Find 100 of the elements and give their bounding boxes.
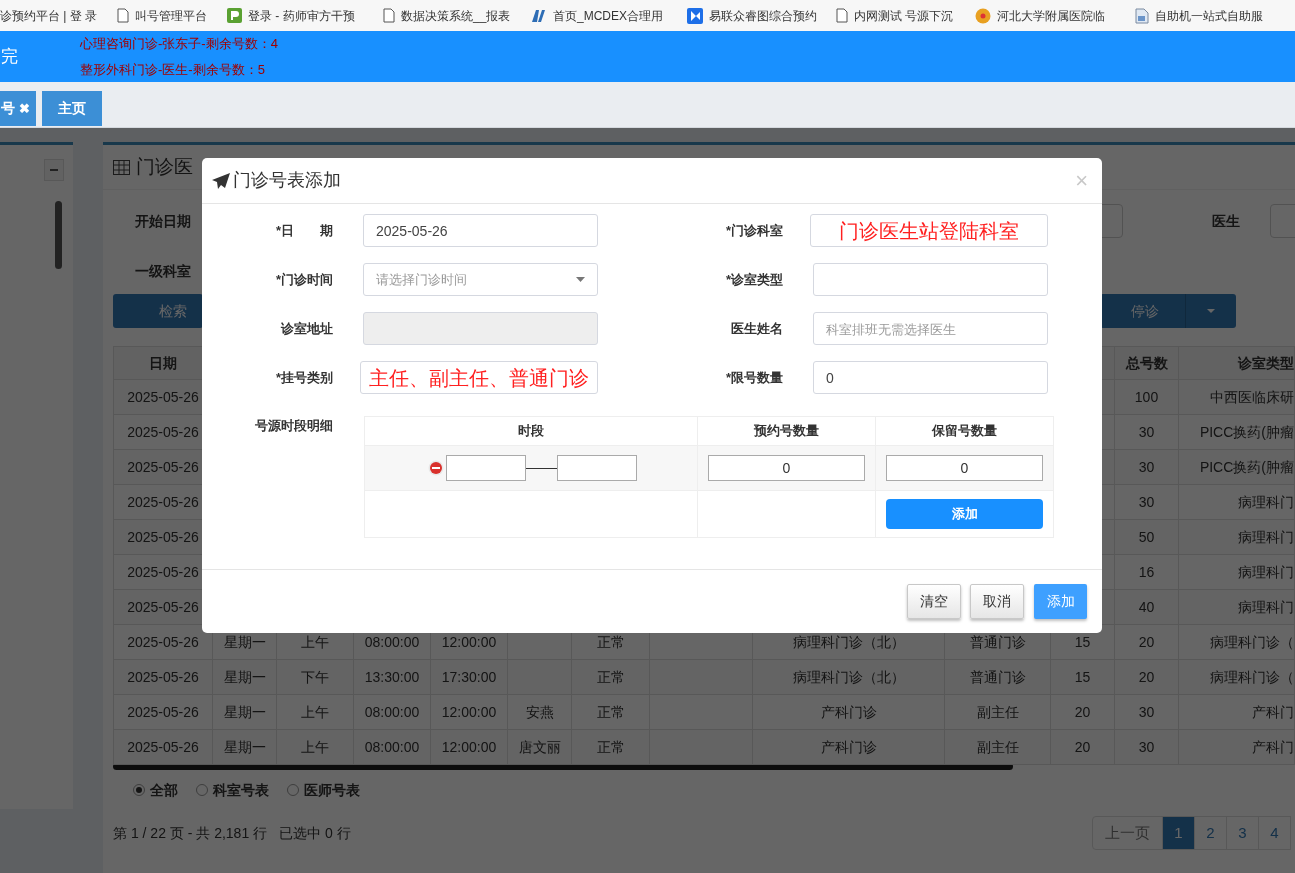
number-field[interactable]: 0 xyxy=(708,455,865,481)
bookmark-link[interactable]: 叫号管理平台 xyxy=(135,6,207,25)
radio-option[interactable]: 全部 xyxy=(133,779,178,801)
bookmark-link[interactable]: 河北大学附属医院临 xyxy=(997,6,1105,25)
filter-label: 医生 xyxy=(1212,211,1240,231)
table-cell: 星期一 xyxy=(223,738,266,755)
field-label: *门诊时间 xyxy=(274,270,333,289)
table-cell: 20 xyxy=(1138,668,1155,685)
horizontal-scrollbar[interactable] xyxy=(113,763,1013,770)
table-cell: 普通门诊 xyxy=(969,668,1026,685)
input-field[interactable]: 科室排班无需选择医生 xyxy=(813,312,1048,345)
input-field[interactable]: 0 xyxy=(813,361,1048,394)
collapse-button[interactable] xyxy=(44,159,64,181)
time-field[interactable] xyxy=(446,455,526,481)
bookmark-link[interactable]: 首页_MCDEX合理用 xyxy=(553,6,663,25)
table-cell: 2025-05-26 xyxy=(127,633,199,650)
table-cell: 30 xyxy=(1138,458,1155,475)
table-cell: 2025-05-26 xyxy=(127,458,199,475)
table-cell: 病理科门 xyxy=(1238,493,1294,510)
close-icon[interactable]: ✖ xyxy=(19,98,30,119)
select-field[interactable]: 请选择门诊时间 xyxy=(363,263,598,296)
radio[interactable] xyxy=(287,784,299,796)
table-cell: 15 xyxy=(1074,668,1091,685)
number-field[interactable]: 0 xyxy=(886,455,1043,481)
table-cell: 30 xyxy=(1138,738,1155,755)
field-label: *诊室类型 xyxy=(724,270,783,289)
radio-option[interactable]: 科室号表 xyxy=(196,779,269,801)
table-cell: 普通门诊 xyxy=(969,633,1026,650)
table-cell: 病理科门诊（北） xyxy=(792,633,905,650)
table-cell: 08:00:00 xyxy=(364,703,420,720)
page-button[interactable]: 4 xyxy=(1258,816,1291,850)
dropdown-button[interactable] xyxy=(1185,294,1236,328)
suspend-button[interactable]: 停诊 xyxy=(1100,294,1185,328)
add-row-button[interactable]: 添加 xyxy=(886,499,1043,529)
filter-label: 一级科室 xyxy=(134,261,192,281)
caret-icon xyxy=(1207,309,1215,313)
table-cell: 病理科门诊（ xyxy=(1210,633,1294,650)
input-field[interactable]: 门诊医生站登陆科室 xyxy=(810,214,1048,247)
bookmark-link[interactable]: 自助机一站式自助服 xyxy=(1155,6,1263,25)
table-cell: 2025-05-26 xyxy=(127,703,199,720)
input-field[interactable]: 主任、副主任、普通门诊 xyxy=(360,361,598,394)
table-cell: 星期一 xyxy=(223,703,266,720)
document-icon xyxy=(1135,7,1149,24)
dialog-button[interactable]: 清空 xyxy=(907,584,961,619)
table-cell: 30 xyxy=(1138,493,1155,510)
column-header: 诊室类型 xyxy=(1238,354,1294,371)
submit-button[interactable]: 添加 xyxy=(1034,584,1087,619)
input-field[interactable]: 2025-05-26 xyxy=(363,214,598,247)
scrollbar[interactable] xyxy=(55,201,62,269)
table-cell: 副主任 xyxy=(976,703,1019,720)
bookmark-link[interactable]: 易联众睿图综合预约 xyxy=(709,6,817,25)
logo-icon xyxy=(687,7,703,24)
table-cell: 副主任 xyxy=(976,738,1019,755)
table-cell: 2025-05-26 xyxy=(127,563,199,580)
paper-plane-icon xyxy=(212,172,230,189)
radio[interactable] xyxy=(133,784,145,796)
bookmark-link[interactable]: 数据决策系统__报表 xyxy=(401,6,511,25)
page-button[interactable]: 1 xyxy=(1162,816,1195,850)
input-field[interactable] xyxy=(363,312,598,345)
column-header: 预约号数量 xyxy=(754,423,819,439)
page-icon xyxy=(383,8,395,23)
radio[interactable] xyxy=(196,784,208,796)
page-button[interactable]: 3 xyxy=(1226,816,1259,850)
table-cell: 上午 xyxy=(301,738,329,755)
table-cell: 15 xyxy=(1074,633,1091,650)
bookmark-link[interactable]: 登录 - 药师审方干预 xyxy=(248,6,355,25)
page-icon xyxy=(836,8,848,23)
field-label: *日 期 xyxy=(274,221,333,240)
table-cell: 12:00:00 xyxy=(441,703,497,720)
column-header: 时段 xyxy=(518,423,544,439)
table-cell: 30 xyxy=(1138,703,1155,720)
field-label: *挂号类别 xyxy=(274,368,333,387)
input-field[interactable] xyxy=(813,263,1048,296)
tab[interactable]: 号 ✖ xyxy=(0,91,36,126)
search-button[interactable]: 检索 xyxy=(113,294,203,328)
radio-option[interactable]: 医师号表 xyxy=(287,779,360,801)
logo-icon xyxy=(227,8,242,23)
page-button[interactable]: 2 xyxy=(1194,816,1227,850)
table-cell: 100 xyxy=(1134,388,1159,405)
bookmark-link[interactable]: 内网测试 号源下沉 xyxy=(854,6,954,25)
table-cell: 2025-05-26 xyxy=(127,668,199,685)
column-header: 总号数 xyxy=(1125,354,1168,371)
table-cell: 12:00:00 xyxy=(441,738,497,755)
bookmark-link[interactable]: 诊预约平台 | 登 录 xyxy=(0,6,98,25)
time-field[interactable] xyxy=(557,455,637,481)
table-cell: 正常 xyxy=(596,703,625,720)
remove-icon[interactable] xyxy=(428,460,444,476)
table-cell: 50 xyxy=(1138,528,1155,545)
table-cell: 正常 xyxy=(596,668,625,685)
column-header: 日期 xyxy=(149,354,177,371)
tab[interactable]: 主页 xyxy=(42,91,102,126)
table-cell: 上午 xyxy=(301,703,329,720)
table-cell: 正常 xyxy=(596,738,625,755)
page-icon xyxy=(117,8,129,23)
table-cell: 13:30:00 xyxy=(364,668,420,685)
table-cell: 病理科门诊（北） xyxy=(792,668,905,685)
dialog-button[interactable]: 取消 xyxy=(970,584,1024,619)
table-cell: 上午 xyxy=(301,633,329,650)
table-cell: PICC换药(肿瘤 xyxy=(1199,423,1294,440)
table-cell: 正常 xyxy=(596,633,625,650)
